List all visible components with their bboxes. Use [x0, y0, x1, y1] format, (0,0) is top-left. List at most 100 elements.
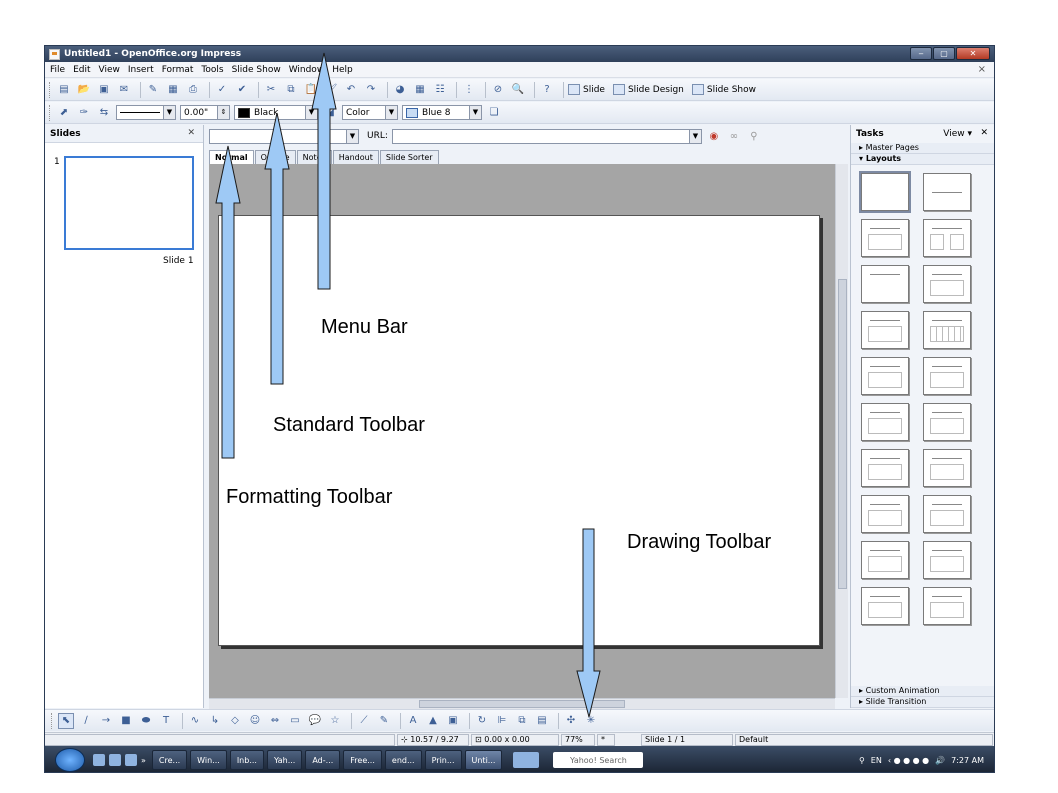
- line-width-field[interactable]: 0.00" ⇕: [180, 105, 230, 120]
- overflow-icon[interactable]: »: [141, 756, 146, 765]
- cut-icon[interactable]: ✂: [263, 82, 279, 98]
- layout-title-content[interactable]: [861, 219, 909, 257]
- line-style-icon[interactable]: ✑: [76, 105, 92, 121]
- arrow-style-icon[interactable]: ⇆: [96, 105, 112, 121]
- text-tool-icon[interactable]: T: [158, 713, 174, 729]
- basic-shapes-icon[interactable]: ◇: [227, 713, 243, 729]
- layout-text-object[interactable]: [861, 449, 909, 487]
- navigator-icon[interactable]: ⊘: [490, 82, 506, 98]
- symbol-shapes-icon[interactable]: ☺: [247, 713, 263, 729]
- maximize-button[interactable]: ▢: [933, 47, 955, 60]
- taskbar-button[interactable]: Yah...: [266, 750, 303, 770]
- new-slide-button[interactable]: Slide: [568, 84, 605, 95]
- language-indicator[interactable]: EN: [871, 756, 882, 765]
- scroll-thumb[interactable]: [838, 279, 847, 589]
- area-color-select[interactable]: Blue 8 ▼: [402, 105, 482, 120]
- edit-file-icon[interactable]: ✎: [145, 82, 161, 98]
- layout-2-objects-over-text[interactable]: [923, 541, 971, 579]
- menu-window[interactable]: Window: [289, 65, 325, 75]
- close-icon[interactable]: ✕: [187, 128, 195, 138]
- flowchart-icon[interactable]: ▭: [287, 713, 303, 729]
- menu-format[interactable]: Format: [162, 65, 194, 75]
- chart-icon[interactable]: ◕: [392, 82, 408, 98]
- menu-help[interactable]: Help: [332, 65, 353, 75]
- layout-object-over-text[interactable]: [923, 495, 971, 533]
- layout-title-only-centered[interactable]: [923, 173, 971, 211]
- scroll-thumb[interactable]: [419, 700, 625, 708]
- area-style-select[interactable]: Color ▼: [342, 105, 398, 120]
- menu-slide-show[interactable]: Slide Show: [232, 65, 281, 75]
- interaction-icon[interactable]: ✳: [583, 713, 599, 729]
- menu-insert[interactable]: Insert: [128, 65, 154, 75]
- line-color-select[interactable]: Black ▼: [234, 105, 318, 120]
- shadow-icon[interactable]: ❏: [486, 105, 502, 121]
- horizontal-scrollbar[interactable]: [209, 698, 835, 709]
- rotate-icon[interactable]: ↻: [474, 713, 490, 729]
- toolbar-grip[interactable]: [51, 712, 54, 729]
- stars-icon[interactable]: ☆: [327, 713, 343, 729]
- rectangle-tool-icon[interactable]: ■: [118, 713, 134, 729]
- alignment-icon[interactable]: ⊫: [494, 713, 510, 729]
- new-document-icon[interactable]: ▤: [56, 82, 72, 98]
- arrange-icon[interactable]: ⧉: [514, 713, 530, 729]
- tab-notes[interactable]: Notes: [296, 150, 332, 164]
- volume-icon[interactable]: 🔊: [935, 756, 945, 765]
- copy-icon[interactable]: ⧉: [283, 82, 299, 98]
- taskbar-button[interactable]: Prin...: [424, 750, 462, 770]
- export-pdf-icon[interactable]: ▦: [165, 82, 181, 98]
- tab-normal[interactable]: Normal: [209, 150, 254, 164]
- vertical-scrollbar[interactable]: [835, 164, 848, 698]
- effects-icon[interactable]: ✣: [563, 713, 579, 729]
- area-icon[interactable]: ◪: [322, 105, 338, 121]
- help-icon[interactable]: ?: [539, 82, 555, 98]
- menu-edit[interactable]: Edit: [73, 65, 90, 75]
- section-slide-transition[interactable]: ▸ Slide Transition: [851, 697, 994, 708]
- taskbar-button-active[interactable]: Unti...: [464, 750, 503, 770]
- redo-icon[interactable]: ↷: [363, 82, 379, 98]
- format-paintbrush-icon[interactable]: 🖌: [323, 82, 339, 98]
- points-icon[interactable]: ⟋: [356, 713, 372, 729]
- print-icon[interactable]: ⎙: [185, 82, 201, 98]
- slide-thumbnail[interactable]: [64, 156, 194, 250]
- menu-file[interactable]: File: [50, 65, 65, 75]
- section-master-pages[interactable]: ▸ Master Pages: [851, 143, 994, 154]
- layout-text-2-objects[interactable]: [923, 449, 971, 487]
- close-document-button[interactable]: ×: [978, 64, 986, 75]
- from-file-icon[interactable]: ▲: [425, 713, 441, 729]
- gallery-icon[interactable]: ▣: [445, 713, 461, 729]
- layout-chart-text[interactable]: [923, 403, 971, 441]
- slide-design-button[interactable]: Slide Design: [612, 84, 684, 95]
- connector-tool-icon[interactable]: ↳: [207, 713, 223, 729]
- layout-4-objects[interactable]: [923, 587, 971, 625]
- open-folder-icon[interactable]: 📂: [76, 82, 92, 98]
- curve-tool-icon[interactable]: ∿: [187, 713, 203, 729]
- link-name-select[interactable]: ▼: [209, 128, 359, 144]
- view-menu-button[interactable]: View ▾: [943, 129, 972, 139]
- taskbar-button[interactable]: Inb...: [229, 750, 264, 770]
- ie-icon[interactable]: [125, 754, 137, 766]
- fontwork-icon[interactable]: A: [405, 713, 421, 729]
- ellipse-tool-icon[interactable]: ⬬: [138, 713, 154, 729]
- taskbar-button[interactable]: end...: [384, 750, 422, 770]
- layout-title-only[interactable]: [861, 265, 909, 303]
- switch-windows-icon[interactable]: [109, 754, 121, 766]
- tray-icons[interactable]: ‹ ● ● ● ●: [888, 756, 929, 765]
- undo-icon[interactable]: ↶: [343, 82, 359, 98]
- gallery-icon[interactable]: ☷: [432, 82, 448, 98]
- block-arrows-icon[interactable]: ⇔: [267, 713, 283, 729]
- layout-text-chart[interactable]: [923, 357, 971, 395]
- find-icon[interactable]: ⚲: [746, 128, 762, 144]
- glue-points-icon[interactable]: ✎: [376, 713, 392, 729]
- section-custom-animation[interactable]: ▸ Custom Animation: [851, 686, 994, 697]
- select-pointer-icon[interactable]: ⬉: [58, 712, 74, 729]
- arrow-tool-icon[interactable]: →: [98, 713, 114, 729]
- tab-handout[interactable]: Handout: [332, 150, 379, 164]
- taskbar-button[interactable]: Free...: [343, 750, 382, 770]
- target-icon[interactable]: ◉: [706, 128, 722, 144]
- tab-outline[interactable]: Outline: [254, 150, 296, 164]
- extrusion-icon[interactable]: ▤: [534, 713, 550, 729]
- line-tool-icon[interactable]: ∕: [78, 713, 94, 729]
- paste-icon[interactable]: 📋: [303, 82, 319, 98]
- yahoo-search-input[interactable]: Yahoo! Search: [553, 752, 644, 768]
- callouts-icon[interactable]: 💬: [307, 713, 323, 729]
